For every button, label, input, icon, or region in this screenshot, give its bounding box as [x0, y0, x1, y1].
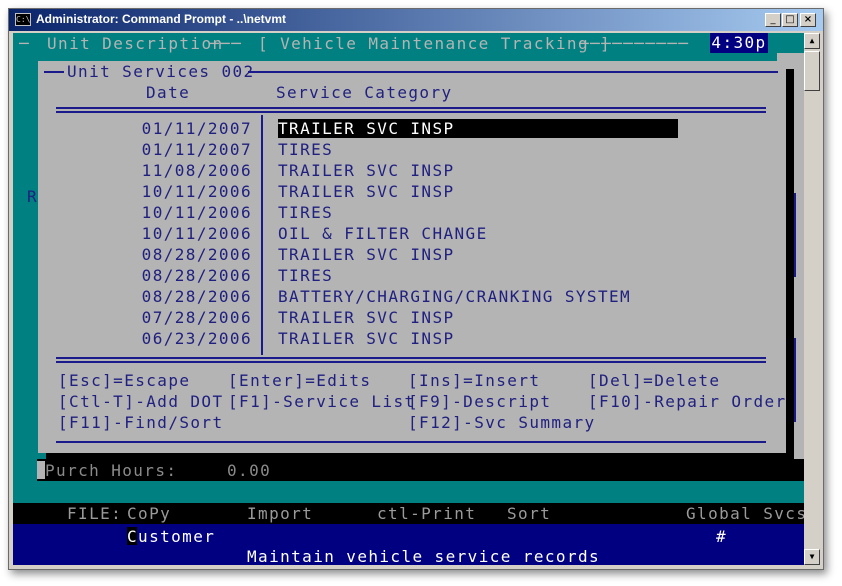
- console-window: C:\ Administrator: Command Prompt - ..\n…: [8, 8, 824, 570]
- column-header-category: Service Category: [276, 83, 453, 102]
- command-prompt-icon: C:\: [15, 13, 31, 26]
- table-row[interactable]: 08/28/2006 TIRES: [38, 266, 786, 287]
- menu-copy[interactable]: CoPy: [127, 504, 171, 523]
- key-esc[interactable]: [Esc]=Escape: [58, 371, 190, 390]
- minimize-button[interactable]: _: [765, 13, 781, 27]
- customer-field[interactable]: Customer: [127, 527, 215, 546]
- table-row[interactable]: 11/08/2006 TRAILER SVC INSP: [38, 161, 786, 182]
- service-category: BATTERY/CHARGING/CRANKING SYSTEM: [278, 287, 632, 306]
- menu-sort[interactable]: Sort: [507, 504, 551, 523]
- status-area: Customer # Maintain vehicle service reco…: [13, 524, 804, 565]
- popup-shadow-right: [786, 69, 794, 459]
- table-row[interactable]: 08/28/2006 TRAILER SVC INSP: [38, 245, 786, 266]
- scroll-up-button[interactable]: ▲: [804, 33, 820, 49]
- table-row[interactable]: 10/11/2006 TRAILER SVC INSP: [38, 182, 786, 203]
- status-message: Maintain vehicle service records: [247, 547, 601, 565]
- service-category: TRAILER SVC INSP: [278, 308, 455, 327]
- service-date: 01/11/2007: [141, 119, 252, 138]
- menu-file-label: FILE:: [67, 504, 123, 523]
- service-date: 10/11/2006: [141, 224, 252, 243]
- popup-shadow-bottom: [46, 453, 794, 459]
- hash-field: #: [716, 527, 728, 546]
- service-category: TIRES: [278, 203, 334, 222]
- service-category: TIRES: [278, 266, 334, 285]
- clock: 4:30p: [710, 33, 768, 53]
- menu-bar: FILE: CoPy Import ctl-Print Sort Global …: [13, 503, 804, 524]
- scroll-thumb[interactable]: [804, 51, 820, 91]
- popup-border-top-right: [248, 71, 778, 73]
- key-repair-order[interactable]: [F10]-Repair Order: [588, 392, 786, 411]
- header-line-mid: ───: [209, 34, 243, 53]
- key-enter[interactable]: [Enter]=Edits: [228, 371, 371, 390]
- service-category: TRAILER SVC INSP: [278, 182, 455, 201]
- service-date: 08/28/2006: [141, 287, 252, 306]
- service-date: 07/28/2006: [141, 308, 252, 327]
- service-category: TRAILER SVC INSP: [278, 245, 455, 264]
- service-date: 10/11/2006: [141, 203, 252, 222]
- unit-services-dialog: Unit Services 002 Date Service Category …: [38, 61, 786, 453]
- service-category: TRAILER SVC INSP: [278, 329, 455, 348]
- service-date: 11/08/2006: [141, 161, 252, 180]
- dialog-title: Unit Services 002: [67, 62, 255, 81]
- window-title: Administrator: Command Prompt - ..\netvm…: [36, 12, 287, 26]
- popup-border-top-left: [44, 71, 64, 73]
- scroll-down-button[interactable]: ▼: [804, 549, 820, 565]
- service-category: TIRES: [278, 140, 334, 159]
- purch-hours-value: 0.00: [227, 461, 272, 480]
- title-bar[interactable]: C:\ Administrator: Command Prompt - ..\n…: [9, 9, 823, 31]
- key-svc-summary[interactable]: [F12]-Svc Summary: [408, 413, 596, 432]
- header-separator: [56, 107, 766, 113]
- menu-global-svcs[interactable]: Global Svcs: [686, 504, 804, 523]
- column-header-date: Date: [146, 83, 191, 102]
- table-row[interactable]: 01/11/2007 TIRES: [38, 140, 786, 161]
- menu-import[interactable]: Import: [247, 504, 313, 523]
- app-title: [ Vehicle Maintenance Tracking ]: [258, 34, 612, 53]
- service-date: 10/11/2006: [141, 182, 252, 201]
- key-insert[interactable]: [Ins]=Insert: [408, 371, 540, 390]
- service-category: TRAILER SVC INSP: [278, 119, 678, 138]
- console-area[interactable]: ─ Unit Description ─── [ Vehicle Mainten…: [13, 33, 804, 565]
- background-letter: R: [27, 187, 39, 206]
- key-descript[interactable]: [F9]-Descript: [408, 392, 551, 411]
- header-line-left: ─: [19, 34, 42, 53]
- table-row[interactable]: 07/28/2006 TRAILER SVC INSP: [38, 308, 786, 329]
- table-row[interactable]: 06/23/2006 TRAILER SVC INSP: [38, 329, 786, 350]
- service-category: OIL & FILTER CHANGE: [278, 224, 488, 243]
- table-row[interactable]: 10/11/2006 OIL & FILTER CHANGE: [38, 224, 786, 245]
- service-date: 08/28/2006: [141, 245, 252, 264]
- vertical-scrollbar[interactable]: ▲ ▼: [804, 33, 820, 565]
- close-button[interactable]: ×: [800, 13, 816, 27]
- key-service-list[interactable]: [F1]-Service List: [228, 392, 416, 411]
- maximize-button[interactable]: □: [782, 13, 798, 27]
- service-date: 01/11/2007: [141, 140, 252, 159]
- menu-print[interactable]: ctl-Print: [377, 504, 476, 523]
- key-find-sort[interactable]: [F11]-Find/Sort: [58, 413, 224, 432]
- service-date: 08/28/2006: [141, 266, 252, 285]
- popup-border-bottom: [56, 441, 766, 443]
- service-date: 06/23/2006: [141, 329, 252, 348]
- table-row[interactable]: 10/11/2006 TIRES: [38, 203, 786, 224]
- service-category: TRAILER SVC INSP: [278, 161, 455, 180]
- key-delete[interactable]: [Del]=Delete: [588, 371, 720, 390]
- table-row[interactable]: 01/11/2007 TRAILER SVC INSP: [38, 119, 786, 140]
- key-add-dot[interactable]: [Ctl-T]-Add DOT: [58, 392, 224, 411]
- unit-description-label: Unit Description: [47, 34, 224, 53]
- table-row[interactable]: 08/28/2006 BATTERY/CHARGING/CRANKING SYST…: [38, 287, 786, 308]
- footer-separator: [56, 357, 766, 363]
- header-line-right: ──────────: [579, 34, 690, 53]
- purch-hours-marker: [37, 461, 45, 479]
- purch-hours-label: Purch Hours:: [45, 461, 178, 480]
